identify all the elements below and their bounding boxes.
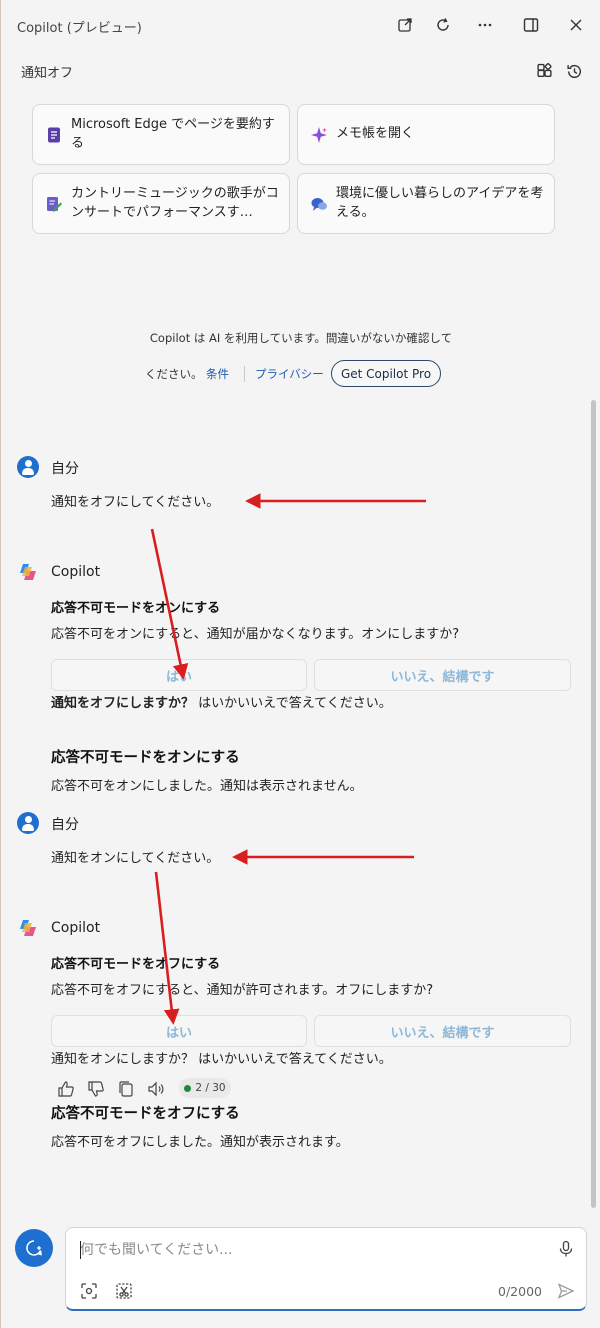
title-bar: Copilot (プレビュー) bbox=[1, 0, 600, 50]
close-icon[interactable] bbox=[563, 12, 589, 38]
user-avatar bbox=[17, 456, 39, 478]
text-caret bbox=[80, 1241, 81, 1259]
chat-title: 通知オフ bbox=[21, 66, 74, 81]
response-counter: 2 / 30 bbox=[179, 1078, 231, 1098]
suggestion-text: 環境に優しい暮らしのアイデアを考える。 bbox=[336, 186, 544, 220]
new-chat-button[interactable] bbox=[15, 1229, 53, 1267]
suggestion-card-country-music[interactable]: カントリーミュージックの歌手がコンサートでパフォーマンスす… bbox=[32, 173, 290, 234]
snipping-tool-icon[interactable] bbox=[113, 1280, 135, 1302]
user-avatar bbox=[17, 812, 39, 834]
user-name: 自分 bbox=[51, 817, 79, 833]
result-title: 応答不可モードをオフにする bbox=[51, 1106, 240, 1122]
user-message: 通知をオフにしてください。 bbox=[51, 495, 220, 510]
suggestion-card-notepad[interactable]: メモ帳を開く bbox=[297, 104, 555, 165]
confirm-question-bold: 通知をオフにしますか？ bbox=[51, 696, 195, 711]
no-thanks-button[interactable]: いいえ、結構です bbox=[314, 659, 571, 691]
confirm-question: 通知をオンにしますか？ はいかいいえで答えてください。 bbox=[51, 1052, 392, 1067]
confirm-question: 通知をオフにしますか？ はいかいいえで答えてください。 bbox=[51, 692, 392, 711]
open-external-icon[interactable] bbox=[392, 12, 418, 38]
more-options-icon[interactable] bbox=[472, 12, 498, 38]
disclaimer-tail: ください。 bbox=[145, 367, 203, 381]
suggestion-card-summarize[interactable]: Microsoft Edge でページを要約する bbox=[32, 104, 290, 165]
get-copilot-pro-button[interactable]: Get Copilot Pro bbox=[331, 360, 441, 387]
chat-bubbles-icon bbox=[311, 198, 327, 211]
result-title: 応答不可モードをオンにする bbox=[51, 750, 240, 766]
privacy-link[interactable]: プライバシー bbox=[255, 366, 324, 382]
history-icon[interactable] bbox=[561, 58, 587, 84]
suggestion-text: メモ帳を開く bbox=[336, 126, 415, 141]
microphone-icon[interactable] bbox=[555, 1238, 577, 1260]
char-count: 0/2000 bbox=[498, 1284, 542, 1299]
suggestion-text: カントリーミュージックの歌手がコンサートでパフォーマンスす… bbox=[71, 186, 279, 220]
action-card-title: 応答不可モードをオフにする bbox=[51, 957, 221, 972]
user-message: 通知をオンにしてください。 bbox=[51, 851, 220, 866]
ai-disclaimer: Copilot は AI を利用しています。間違いがないか確認して bbox=[149, 331, 453, 345]
suggestion-card-eco-ideas[interactable]: 環境に優しい暮らしのアイデアを考える。 bbox=[297, 173, 555, 234]
no-thanks-button[interactable]: いいえ、結構です bbox=[314, 1015, 571, 1047]
divider bbox=[244, 366, 245, 382]
copilot-name: Copilot bbox=[51, 564, 101, 580]
result-body: 応答不可をオンにしました。通知は表示されません。 bbox=[51, 779, 363, 794]
suggestion-text: Microsoft Edge でページを要約する bbox=[71, 117, 275, 151]
chat-input[interactable] bbox=[80, 1238, 550, 1262]
new-chat-icon bbox=[26, 1240, 42, 1256]
action-card-body: 応答不可をオンにすると、通知が届かなくなります。オンにしますか? bbox=[51, 627, 460, 642]
thumbs-down-icon[interactable] bbox=[87, 1080, 107, 1100]
response-counter-text: 2 / 30 bbox=[195, 1082, 226, 1094]
action-card-body: 応答不可をオフにすると、通知が許可されます。オフにしますか? bbox=[51, 983, 434, 998]
yes-button[interactable]: はい bbox=[51, 659, 307, 691]
chat-header: 通知オフ bbox=[1, 52, 600, 88]
yes-button[interactable]: はい bbox=[51, 1015, 307, 1047]
annotation-arrow bbox=[154, 871, 180, 1025]
result-body: 応答不可をオフにしました。通知が表示されます。 bbox=[51, 1135, 349, 1150]
thumbs-up-icon[interactable] bbox=[57, 1080, 77, 1100]
copilot-logo-icon bbox=[20, 564, 36, 580]
screenshot-icon[interactable] bbox=[78, 1280, 100, 1302]
side-panel-icon[interactable] bbox=[518, 12, 544, 38]
document-icon bbox=[48, 127, 60, 143]
user-name: 自分 bbox=[51, 461, 79, 477]
confirm-question-rest: はいかいいえで答えてください。 bbox=[194, 696, 392, 711]
copy-icon[interactable] bbox=[117, 1080, 137, 1100]
terms-link[interactable]: 条件 bbox=[206, 366, 229, 382]
pencil-note-icon bbox=[47, 197, 62, 212]
refresh-icon[interactable] bbox=[430, 12, 456, 38]
status-dot bbox=[184, 1084, 192, 1092]
scrollbar[interactable] bbox=[591, 400, 596, 1208]
copilot-window: Copilot (プレビュー) 通知オフ Microsoft Edge でページ… bbox=[0, 0, 600, 1328]
action-card-title: 応答不可モードをオンにする bbox=[51, 601, 221, 616]
send-icon[interactable] bbox=[555, 1280, 577, 1302]
sparkle-icon bbox=[311, 127, 327, 143]
plugins-icon[interactable] bbox=[531, 58, 557, 84]
chat-composer: 0/2000 bbox=[65, 1227, 587, 1311]
copilot-logo-icon bbox=[20, 920, 36, 936]
speaker-icon[interactable] bbox=[147, 1080, 167, 1100]
window-title: Copilot (プレビュー) bbox=[17, 21, 142, 36]
copilot-name: Copilot bbox=[51, 920, 101, 936]
disclaimer-links-row: ください。 条件 プライバシー Get Copilot Pro bbox=[1, 360, 600, 388]
